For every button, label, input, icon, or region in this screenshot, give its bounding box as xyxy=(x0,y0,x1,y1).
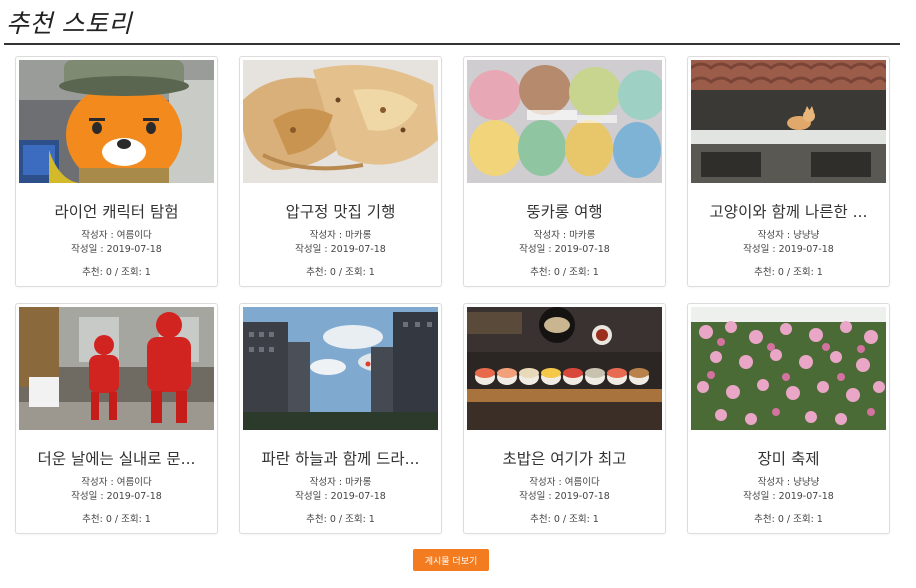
story-thumbnail[interactable] xyxy=(467,307,662,430)
pastry-food-photo xyxy=(243,60,438,183)
story-thumbnail[interactable] xyxy=(691,60,886,183)
title-divider xyxy=(4,43,900,45)
card-author: 작성자 : 냥냥냥 xyxy=(757,230,820,241)
story-thumbnail[interactable] xyxy=(691,307,886,430)
ryan-character-photo xyxy=(19,60,214,183)
story-card[interactable]: 장미 축제 작성자 : 냥냥냥 작성일 : 2019-07-18 추천: 0 /… xyxy=(687,303,890,534)
page-title: 추천 스토리 xyxy=(6,9,132,38)
card-title[interactable]: 파란 하늘과 함께 드라... xyxy=(240,447,441,469)
story-card[interactable]: 고양이와 함께 나른한 ... 작성자 : 냥냥냥 작성일 : 2019-07-… xyxy=(687,56,890,287)
load-more-button[interactable]: 게시물 더보기 xyxy=(413,549,489,571)
card-stats: 추천: 0 / 조회: 1 xyxy=(530,514,599,525)
rose-festival-photo xyxy=(691,307,886,430)
card-author: 작성자 : 여름이다 xyxy=(529,477,600,488)
card-title[interactable]: 장미 축제 xyxy=(688,447,889,469)
card-date: 작성일 : 2019-07-18 xyxy=(71,244,162,255)
story-card[interactable]: 라이언 캐릭터 탐험 작성자 : 여름이다 작성일 : 2019-07-18 추… xyxy=(15,56,218,287)
card-stats: 추천: 0 / 조회: 1 xyxy=(754,267,823,278)
story-thumbnail[interactable] xyxy=(243,60,438,183)
story-card[interactable]: 압구정 맛집 기행 작성자 : 마카롱 작성일 : 2019-07-18 추천:… xyxy=(239,56,442,287)
red-statues-photo xyxy=(19,307,214,430)
card-author: 작성자 : 냥냥냥 xyxy=(757,477,820,488)
story-thumbnail[interactable] xyxy=(19,60,214,183)
card-author: 작성자 : 마카롱 xyxy=(533,230,596,241)
card-title[interactable]: 뚱카롱 여행 xyxy=(464,200,665,222)
card-title[interactable]: 더운 날에는 실내로 문... xyxy=(16,447,217,469)
card-date: 작성일 : 2019-07-18 xyxy=(519,244,610,255)
story-card[interactable]: 초밥은 여기가 최고 작성자 : 여름이다 작성일 : 2019-07-18 추… xyxy=(463,303,666,534)
card-title[interactable]: 압구정 맛집 기행 xyxy=(240,200,441,222)
card-author: 작성자 : 마카롱 xyxy=(309,477,372,488)
card-author: 작성자 : 여름이다 xyxy=(81,230,152,241)
card-stats: 추천: 0 / 조회: 1 xyxy=(82,514,151,525)
story-grid: 라이언 캐릭터 탐험 작성자 : 여름이다 작성일 : 2019-07-18 추… xyxy=(15,56,890,534)
card-stats: 추천: 0 / 조회: 1 xyxy=(82,267,151,278)
card-title[interactable]: 라이언 캐릭터 탐험 xyxy=(16,200,217,222)
story-thumbnail[interactable] xyxy=(467,60,662,183)
card-stats: 추천: 0 / 조회: 1 xyxy=(530,267,599,278)
card-date: 작성일 : 2019-07-18 xyxy=(743,244,834,255)
card-date: 작성일 : 2019-07-18 xyxy=(519,491,610,502)
card-title[interactable]: 초밥은 여기가 최고 xyxy=(464,447,665,469)
story-thumbnail[interactable] xyxy=(19,307,214,430)
card-date: 작성일 : 2019-07-18 xyxy=(743,491,834,502)
story-thumbnail[interactable] xyxy=(243,307,438,430)
card-author: 작성자 : 마카롱 xyxy=(309,230,372,241)
macaron-packages-photo xyxy=(467,60,662,183)
card-stats: 추천: 0 / 조회: 1 xyxy=(754,514,823,525)
city-sky-photo xyxy=(243,307,438,430)
cat-on-roof-photo xyxy=(691,60,886,183)
card-stats: 추천: 0 / 조회: 1 xyxy=(306,267,375,278)
story-card[interactable]: 더운 날에는 실내로 문... 작성자 : 여름이다 작성일 : 2019-07… xyxy=(15,303,218,534)
sushi-platter-photo xyxy=(467,307,662,430)
card-date: 작성일 : 2019-07-18 xyxy=(71,491,162,502)
card-date: 작성일 : 2019-07-18 xyxy=(295,244,386,255)
card-stats: 추천: 0 / 조회: 1 xyxy=(306,514,375,525)
story-card[interactable]: 파란 하늘과 함께 드라... 작성자 : 마카롱 작성일 : 2019-07-… xyxy=(239,303,442,534)
card-author: 작성자 : 여름이다 xyxy=(81,477,152,488)
card-date: 작성일 : 2019-07-18 xyxy=(295,491,386,502)
card-title[interactable]: 고양이와 함께 나른한 ... xyxy=(688,200,889,222)
story-card[interactable]: 뚱카롱 여행 작성자 : 마카롱 작성일 : 2019-07-18 추천: 0 … xyxy=(463,56,666,287)
